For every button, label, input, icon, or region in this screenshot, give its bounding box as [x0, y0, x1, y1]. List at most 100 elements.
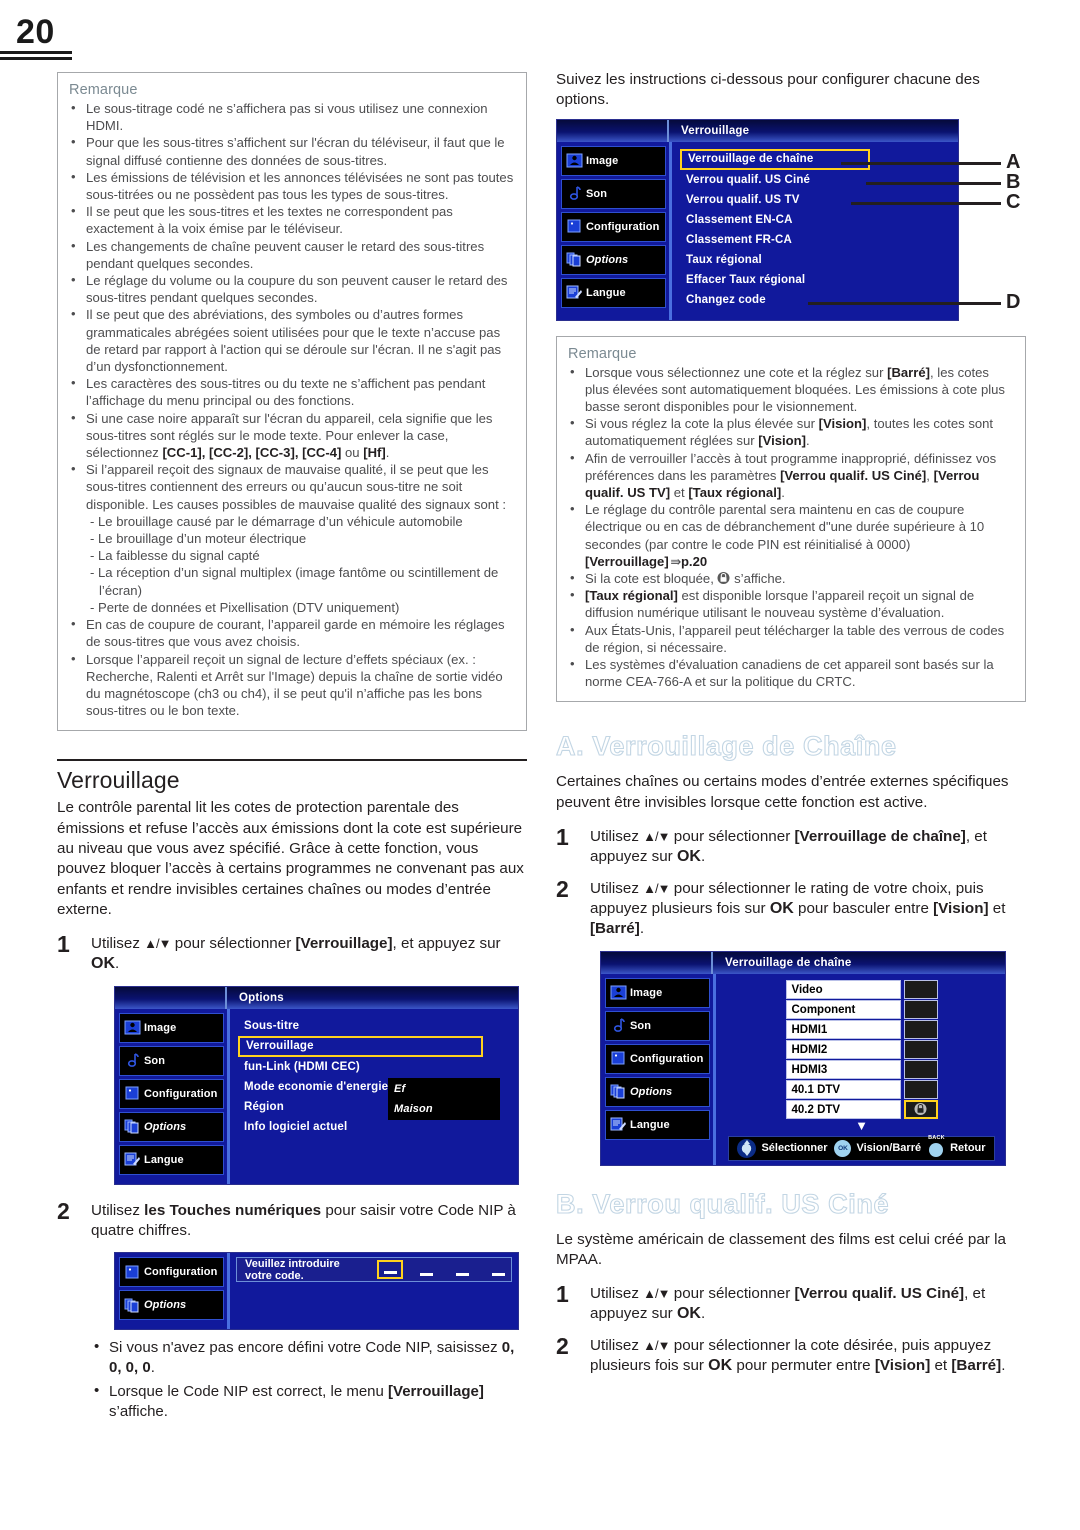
channel-row[interactable]: HDMI2: [785, 1039, 938, 1059]
step-text: Utilisez ▲/▼ pour sélectionner le rating…: [590, 879, 1026, 940]
step-text-d: et: [930, 1357, 952, 1375]
cc-codes: [CC-1], [CC-2], [CC-3], [CC-4]: [162, 445, 342, 461]
osd-body: Image Son Configuration Options: [115, 1008, 518, 1184]
osd-sidebar-item-image[interactable]: Image: [119, 1012, 224, 1043]
osd-row-funlink[interactable]: fun-Link (HDMI CEC): [240, 1057, 510, 1077]
osd-channel-lock-menu[interactable]: Verrouillage de chaîne Image Son Configu…: [600, 950, 1006, 1166]
action-toggle[interactable]: OK Vision/Barré: [834, 1139, 921, 1157]
osd-sidebar-item-image[interactable]: Image: [561, 145, 666, 176]
step-text-a: Utilisez: [91, 1201, 145, 1219]
step-number: 1: [57, 931, 70, 958]
callout-letter-d: D: [1006, 290, 1021, 313]
channel-name: 40.1 DTV: [785, 1079, 901, 1099]
channel-row[interactable]: 40.2 DTV: [785, 1099, 938, 1119]
osd-row-region[interactable]: Région Maison: [240, 1097, 510, 1120]
ok-button-icon: OK: [834, 1139, 852, 1157]
settings-icon: [611, 1051, 625, 1065]
channel-list: Video Component HDMI1 HDMI2 HDMI3 40.1 D…: [785, 979, 938, 1132]
channel-row[interactable]: HDMI1: [785, 1019, 938, 1039]
channel-row[interactable]: HDMI3: [785, 1059, 938, 1079]
note-text: et: [670, 485, 689, 501]
osd-sidebar-item-son[interactable]: Son: [605, 1010, 710, 1041]
osd-sidebar-item-configuration[interactable]: Configuration: [119, 1257, 224, 1288]
step-text-b: pour sélectionner: [170, 935, 296, 953]
osd-verrouillage-menu[interactable]: Verrouillage Image Son Configuration Opt…: [556, 118, 959, 321]
note-item: Si vous réglez la cote la plus élevée su…: [568, 414, 1013, 449]
osd-sidebar-item-son[interactable]: Son: [561, 178, 666, 209]
channel-lock-box[interactable]: [903, 979, 938, 999]
note-subitem: - Perte de données et Pixellisation (DTV…: [90, 599, 400, 615]
callout-letter-c: C: [1006, 190, 1021, 213]
osd-pin-entry[interactable]: Configuration Options Veuillez introduir…: [114, 1252, 519, 1331]
note-bold: [Taux régional]: [585, 588, 678, 604]
pin-digit-2[interactable]: [413, 1260, 439, 1279]
action-back[interactable]: BACK Retour: [928, 1135, 986, 1157]
numeric-keys-label: les Touches numériques: [144, 1201, 322, 1219]
channel-lock-box[interactable]: [903, 1039, 938, 1059]
osd-sidebar-item-son[interactable]: Son: [119, 1045, 224, 1076]
step-text-b: pour sélectionner: [669, 828, 795, 846]
action-select[interactable]: Sélectionner: [737, 1138, 827, 1158]
scroll-down-arrow-icon[interactable]: ▼: [786, 1119, 938, 1132]
osd-options-menu[interactable]: Options Image Son Configuration Options …: [114, 985, 519, 1185]
channel-row[interactable]: Video: [785, 979, 938, 999]
osd-sidebar-item-options[interactable]: Options: [561, 244, 666, 275]
note-bold: [Verrou qualif. US Ciné]: [780, 467, 927, 483]
channel-row[interactable]: Component: [785, 999, 938, 1019]
right-intro-text: Suivez les instructions ci-dessous pour …: [556, 71, 980, 109]
step-text-d: et: [988, 899, 1006, 917]
note-item: Le sous-titrage codé ne s’affichera pas …: [69, 99, 514, 134]
note-subitem: - La réception d’un signal multiplex (im…: [90, 565, 499, 598]
step-1: 1 Utilisez ▲/▼ pour sélectionner [Verrou…: [556, 1283, 1026, 1325]
bullet-post: .: [150, 1359, 155, 1377]
channel-lock-box-selected[interactable]: [903, 1099, 938, 1119]
osd-row-taux-regional[interactable]: Taux régional: [682, 250, 950, 270]
note-item: Il se peut que les sous-titres et les te…: [69, 202, 514, 237]
osd-sidebar-item-options[interactable]: Options: [605, 1076, 710, 1107]
pin-digit-4[interactable]: [485, 1260, 511, 1279]
osd-sidebar-label: Langue: [144, 1153, 184, 1166]
osd-topbar: Verrouillage: [557, 119, 958, 142]
step-menu-name: [Verrou qualif. US Ciné]: [794, 1285, 965, 1303]
osd-sidebar-item-langue[interactable]: Langue: [561, 277, 666, 308]
osd-sidebar-item-configuration[interactable]: Configuration: [605, 1043, 710, 1074]
pin-digit-group[interactable]: [377, 1260, 511, 1280]
osd-sidebar-item-options[interactable]: Options: [119, 1111, 224, 1142]
layers-icon: [124, 1119, 139, 1134]
channel-row[interactable]: 40.1 DTV: [785, 1079, 938, 1099]
osd-row-verrou-us-cine[interactable]: Verrou qualif. US Ciné: [682, 170, 950, 190]
osd-row-info-logiciel[interactable]: Info logiciel actuel: [240, 1117, 510, 1137]
channel-lock-box[interactable]: [903, 999, 938, 1019]
channel-lock-box[interactable]: [903, 1019, 938, 1039]
osd-row-verrouillage[interactable]: Verrouillage: [238, 1035, 483, 1057]
osd-main-panel: Sous-titre Verrouillage fun-Link (HDMI C…: [227, 1008, 518, 1184]
note-bold: [Vision]: [818, 416, 867, 432]
channel-lock-box[interactable]: [903, 1079, 938, 1099]
pin-digit-1[interactable]: [377, 1260, 403, 1280]
pin-digit-3[interactable]: [449, 1260, 475, 1279]
osd-row-mode-eco[interactable]: Mode economie d'energie Ef: [240, 1077, 510, 1100]
updown-arrows-icon: ▲/▼: [643, 880, 670, 896]
osd-row-classement-frca[interactable]: Classement FR-CA: [682, 230, 950, 250]
osd-sidebar-item-langue[interactable]: Langue: [119, 1144, 224, 1175]
osd-row-verrou-us-tv[interactable]: Verrou qualif. US TV: [682, 190, 950, 210]
osd-row-sous-titre[interactable]: Sous-titre: [240, 1016, 510, 1036]
osd-sidebar-item-langue[interactable]: Langue: [605, 1109, 710, 1140]
verrouillage-bullets: Si vous n'avez pas encore défini votre C…: [93, 1337, 527, 1422]
step-text: Utilisez ▲/▼ pour sélectionner [Verrouil…: [91, 934, 527, 975]
section-a-intro: Certaines chaînes ou certains modes d’en…: [556, 773, 1009, 811]
updown-arrows-icon: ▲/▼: [643, 1337, 670, 1353]
osd-row-classement-enca[interactable]: Classement EN-CA: [682, 210, 950, 230]
osd-sidebar-item-configuration[interactable]: Configuration: [119, 1078, 224, 1109]
osd-row-effacer-taux[interactable]: Effacer Taux régional: [682, 270, 950, 290]
osd-row-changez-code[interactable]: Changez code: [682, 290, 950, 310]
channel-lock-box[interactable]: [903, 1059, 938, 1079]
cc-hf: [Hf]: [363, 445, 386, 461]
osd-sidebar-item-configuration[interactable]: Configuration: [561, 211, 666, 242]
verrouillage-step2-block: 2 Utilisez les Touches numériques pour s…: [57, 1199, 527, 1242]
osd-sidebar-item-image[interactable]: Image: [605, 977, 710, 1008]
osd-sidebar-label: Configuration: [144, 1087, 218, 1100]
section-heading-verrouillage: Verrouillage: [57, 767, 180, 794]
osd-row-verrouillage-chaine[interactable]: Verrouillage de chaîne: [680, 148, 870, 170]
osd-sidebar-item-options[interactable]: Options: [119, 1290, 224, 1321]
